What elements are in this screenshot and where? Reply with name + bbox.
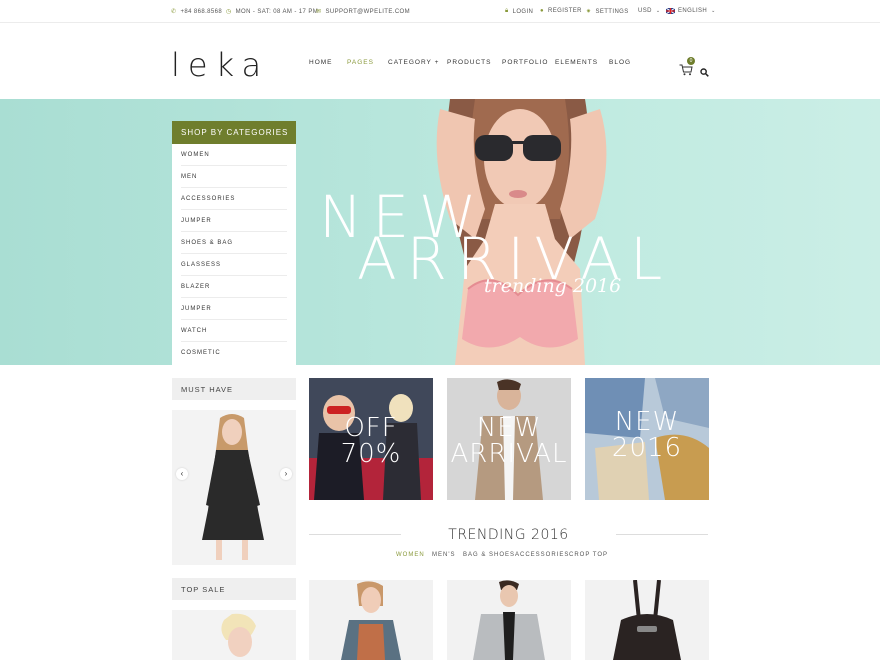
phone-contact: ✆ +84 868.8568 <box>171 8 223 16</box>
login-label[interactable]: LOGIN <box>513 9 534 15</box>
top-sale-product-image <box>221 613 256 657</box>
nav-blog[interactable]: BLOG <box>609 59 631 66</box>
chevron-down-icon: ⌄ <box>711 8 716 14</box>
hero-subtitle: trending 2016 <box>484 275 622 297</box>
categories-title: SHOP BY CATEGORIES <box>172 121 296 144</box>
phone-icon: ✆ <box>171 9 177 15</box>
settings-dropdown[interactable]: ✷ SETTINGS <box>586 8 629 16</box>
carousel-prev-button[interactable]: ‹ <box>176 468 188 480</box>
category-list: WOMEN MEN ACCESSORIES JUMPER SHOES & BAG… <box>172 144 296 364</box>
register-link[interactable]: ● REGISTER <box>540 8 582 14</box>
email-text[interactable]: SUPPORT@WPELITE.COM <box>325 9 410 15</box>
settings-label[interactable]: SETTINGS <box>595 9 628 15</box>
promo-banner-sale[interactable]: OFF 70% <box>309 378 433 500</box>
top-sale-title: TOP SALE <box>172 578 296 600</box>
currency-label[interactable]: USD <box>638 8 652 14</box>
currency-dropdown[interactable]: USD ⌄ <box>638 8 660 14</box>
banner-new-arrival-line1: NEW <box>476 413 542 443</box>
nav-home[interactable]: HOME <box>309 59 333 66</box>
user-icon: ● <box>540 8 545 14</box>
category-watch[interactable]: WATCH <box>181 320 287 342</box>
tab-mens[interactable]: MEN'S <box>432 552 455 558</box>
opening-hours: ◷ MON - SAT: 08 AM - 17 PM <box>226 8 319 16</box>
category-glassess[interactable]: GLASSESS <box>181 254 287 276</box>
trending-title: TRENDING 2016 <box>448 527 569 543</box>
cart-icon[interactable] <box>679 64 693 76</box>
site-logo[interactable]: leka <box>171 46 269 84</box>
language-label[interactable]: ENGLISH <box>678 8 707 14</box>
banner-new-2016-line2: 2016 <box>611 433 683 463</box>
category-men[interactable]: MEN <box>181 166 287 188</box>
mail-icon: ✉ <box>316 9 322 15</box>
lock-icon: 🔒︎ <box>505 8 509 14</box>
chevron-down-icon: ⌄ <box>655 8 661 14</box>
clock-icon: ◷ <box>226 9 232 15</box>
nav-elements[interactable]: ELEMENTS <box>555 59 598 66</box>
nav-pages[interactable]: PAGES <box>347 59 374 66</box>
must-have-title: MUST HAVE <box>172 378 296 400</box>
tab-crop-top[interactable]: CROP TOP <box>569 552 608 558</box>
flag-icon <box>666 8 675 14</box>
product-image <box>341 581 401 660</box>
login-link[interactable]: 🔒︎ LOGIN <box>505 8 533 15</box>
search-icon[interactable] <box>700 68 709 77</box>
banner-new-arrival-line2: ARRIVAL <box>450 439 568 469</box>
tab-bag-shoes[interactable]: BAG & SHOES <box>463 552 515 558</box>
product-card[interactable] <box>585 580 709 660</box>
hours-text: MON - SAT: 08 AM - 17 PM <box>235 8 319 15</box>
gear-icon: ✷ <box>586 9 592 15</box>
nav-portfolio[interactable]: PORTFOLIO <box>502 59 548 66</box>
category-shoes-bag[interactable]: SHOES & BAG <box>181 232 287 254</box>
shop-by-categories: SHOP BY CATEGORIES WOMEN MEN ACCESSORIES… <box>172 121 296 365</box>
site-header: leka HOME PAGES CATEGORY + PRODUCTS PORT… <box>0 23 880 99</box>
category-jumper[interactable]: JUMPER <box>181 210 287 232</box>
promo-banner-new-2016[interactable]: NEW 2016 <box>585 378 709 500</box>
tab-women[interactable]: WOMEN <box>396 552 425 558</box>
category-jumper-2[interactable]: JUMPER <box>181 298 287 320</box>
phone-number: +84 868.8568 <box>180 8 223 15</box>
tab-accessories[interactable]: ACCESSORIES <box>515 552 569 558</box>
cart-count-badge: 0 <box>687 57 695 65</box>
hero-slider[interactable]: NEW ARRIVAL trending 2016 <box>0 99 880 365</box>
banner-sale-line1: OFF <box>344 413 398 443</box>
carousel-next-button[interactable]: › <box>280 468 292 480</box>
category-accessories[interactable]: ACCESSORIES <box>181 188 287 210</box>
register-label[interactable]: REGISTER <box>548 8 582 14</box>
nav-category[interactable]: CATEGORY + <box>388 59 439 66</box>
must-have-product-image <box>202 414 264 560</box>
product-card[interactable] <box>309 580 433 660</box>
banner-sale-line2: 70% <box>340 439 402 469</box>
must-have-product[interactable]: ‹ › <box>172 410 296 565</box>
top-bar: ✆ +84 868.8568 ◷ MON - SAT: 08 AM - 17 P… <box>0 0 880 23</box>
promo-banner-new-arrival[interactable]: NEW ARRIVAL <box>447 378 571 500</box>
product-image <box>473 580 545 660</box>
category-cosmetic[interactable]: COSMETIC <box>181 342 287 364</box>
nav-products[interactable]: PRODUCTS <box>447 59 491 66</box>
top-sale-product[interactable] <box>172 610 296 660</box>
email-contact[interactable]: ✉ SUPPORT@WPELITE.COM <box>316 8 410 16</box>
banner-new-2016-line1: NEW <box>614 407 680 437</box>
product-image <box>613 580 681 660</box>
category-women[interactable]: WOMEN <box>181 144 287 166</box>
category-blazer[interactable]: BLAZER <box>181 276 287 298</box>
language-dropdown[interactable]: ENGLISH ⌄ <box>666 8 716 14</box>
product-card[interactable] <box>447 580 571 660</box>
